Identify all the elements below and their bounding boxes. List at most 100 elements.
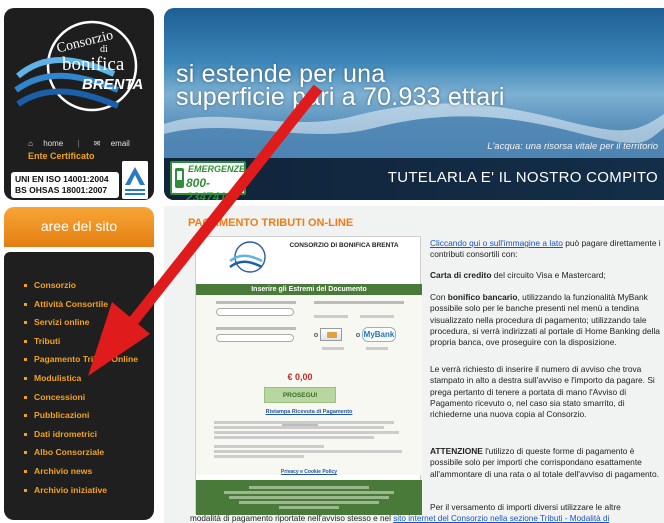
bullet-icon <box>24 302 27 306</box>
banner-slogan: TUTELARLA E' IL NOSTRO COMPITO <box>387 169 658 186</box>
email-icon: ✉ <box>93 139 101 148</box>
card-radio[interactable] <box>314 333 318 337</box>
field-label-line <box>216 327 296 330</box>
field-label-line <box>314 315 348 318</box>
sidebar-item-tributi[interactable]: Tributi <box>4 332 154 351</box>
payment-form-bar: Inserire gli Estremi del Documento <box>196 284 422 295</box>
credit-card-text: del circuito Visa e Mastercard; <box>491 270 606 280</box>
pay-online-link[interactable]: Cliccando qui o sull'immagine a lato <box>430 238 563 248</box>
page-title: PAGAMENTO TRIBUTI ON-LINE <box>188 217 354 229</box>
bottom-line-prefix: modalità di pagamento riportate nell'avv… <box>190 514 394 523</box>
sidebar-item-consorzio[interactable]: Consorzio <box>4 276 154 295</box>
sidebar-item-label: Pagamento Tributi Online <box>34 354 139 365</box>
sidebar-item-pubblicazioni[interactable]: Pubblicazioni <box>4 406 154 425</box>
banner-headline-line2: superficie pari a 70.933 ettari <box>176 83 505 111</box>
bullet-icon <box>24 414 27 418</box>
bullet-icon <box>24 451 27 455</box>
sidebar-item-label: Tributi <box>34 335 61 346</box>
payment-fine-print <box>214 421 404 458</box>
sidebar-item-concessioni[interactable]: Concessioni <box>4 388 154 407</box>
emergency-label: EMERGENZE <box>188 164 246 174</box>
credit-card-label: Carta di credito <box>430 270 492 280</box>
ente-certificato-label: Ente Certificato <box>28 151 95 161</box>
sito-internet-link[interactable]: sito internet del Consorzio nella sezion… <box>393 514 609 523</box>
top-links: ⌂ home | ✉ email <box>4 139 154 148</box>
banner-tagline: L'acqua: una risorsa vitale per il terri… <box>487 141 658 152</box>
bonifico-prefix: Con <box>430 292 448 302</box>
attenzione-label: ATTENZIONE <box>430 446 483 456</box>
payment-form-image[interactable]: CONSORZIO DI BONIFICA BRENTA Inserire gl… <box>195 236 422 515</box>
avviso-paragraph: Le verrà richiesto di inserire il numero… <box>430 364 655 420</box>
payment-amount: € 0,00 <box>287 372 313 382</box>
bullet-icon <box>24 376 27 380</box>
aree-del-sito-header: aree del sito <box>4 207 154 247</box>
importo-input[interactable] <box>216 334 294 342</box>
certification-badge-icon <box>122 161 148 199</box>
sidebar-item-dati-idrometrici[interactable]: Dati idrometrici <box>4 425 154 444</box>
sidebar-item-servizi-online[interactable]: Servizi online <box>4 313 154 332</box>
banner-headline: si estende per una superficie pari a 70.… <box>176 62 505 111</box>
sidebar-item-label: Modulistica <box>34 372 82 383</box>
bonifico-label: bonifico bancario <box>447 292 518 302</box>
sidebar-item-attivita-consortile[interactable]: Attività Consortile <box>4 295 154 314</box>
sidebar-item-albo-consorziale[interactable]: Albo Consorziale <box>4 443 154 462</box>
bullet-icon <box>24 284 27 287</box>
emergency-number-box[interactable]: EMERGENZE 800-234741 <box>170 161 246 200</box>
sidebar-item-label: Albo Consorziale <box>34 447 105 458</box>
ristampa-ricevuta-link[interactable]: Ristampa Ricevuta di Pagamento <box>196 409 422 415</box>
logo-text-bonifica: bonifica <box>62 54 125 75</box>
bullet-icon <box>24 469 27 473</box>
sidebar-item-label: Attività Consortile <box>34 298 109 309</box>
sidebar-item-label: Servizi online <box>34 317 90 328</box>
bullet-icon <box>24 358 27 362</box>
versamento-paragraph: Per il versamento di importi diversi uti… <box>430 502 621 512</box>
bullet-icon <box>24 339 27 343</box>
prosegui-button[interactable]: PROSEGUI <box>264 387 336 403</box>
mybank-logo: MyBank <box>362 327 396 342</box>
email-link[interactable]: ✉ email <box>90 139 134 148</box>
email-link-label: email <box>110 139 130 148</box>
bullet-icon <box>24 395 27 399</box>
payment-form-footer <box>196 480 422 515</box>
bonifico-paragraph: Con bonifico bancario, utilizzando la fu… <box>430 292 664 348</box>
intro-paragraph: Cliccando qui o sull'immagine a lato può… <box>430 238 664 261</box>
sidebar-item-label: Concessioni <box>34 391 86 402</box>
credit-card-icon <box>320 328 342 341</box>
credit-card-paragraph: Carta di credito del circuito Visa e Mas… <box>430 270 664 281</box>
sidebar-item-archivio-iniziative[interactable]: Archivio iniziative <box>4 481 154 500</box>
avviso-number-input[interactable] <box>216 308 294 316</box>
certification-ohsas: BS OHSAS 18001:2007 <box>15 185 108 195</box>
phone-icon <box>175 168 184 188</box>
field-label-line <box>322 347 344 350</box>
logo-text-brenta: BRENTA <box>82 76 144 93</box>
sidebar-item-modulistica[interactable]: Modulistica <box>4 369 154 388</box>
home-icon: ⌂ <box>28 139 33 148</box>
field-label-line <box>366 347 388 350</box>
field-label-line <box>216 301 296 304</box>
sidebar-item-archivio-news[interactable]: Archivio news <box>4 462 154 481</box>
consorzio-small-logo <box>229 241 266 273</box>
payment-form-org: CONSORZIO DI BONIFICA BRENTA <box>289 242 399 249</box>
sidebar-item-pagamento-tributi-online[interactable]: Pagamento Tributi Online <box>4 350 154 369</box>
certification-iso: UNI EN ISO 14001:2004 <box>15 174 109 184</box>
mybank-radio[interactable] <box>356 333 360 337</box>
certification-box: UNI EN ISO 14001:2004 BS OHSAS 18001:200… <box>11 172 119 198</box>
home-link[interactable]: ⌂ home <box>24 139 67 148</box>
sidebar-item-label: Consorzio <box>34 280 77 290</box>
sidebar-item-label: Archivio news <box>34 465 93 476</box>
sidebar-item-label: Pubblicazioni <box>34 410 90 421</box>
field-label-line <box>314 301 404 304</box>
logo-panel: Consorzio di bonifica BRENTA ⌂ home | ✉ … <box>4 8 154 200</box>
separator: | <box>77 139 80 148</box>
page: Consorzio di bonifica BRENTA ⌂ home | ✉ … <box>0 0 664 523</box>
bottom-line-text: modalità di pagamento riportate nell'avv… <box>190 514 664 523</box>
bullet-icon <box>24 432 27 436</box>
home-link-label: home <box>43 139 64 148</box>
bullet-icon <box>24 321 27 325</box>
field-label-line <box>360 315 394 318</box>
sidebar-item-label: Dati idrometrici <box>34 428 98 439</box>
privacy-link[interactable]: Privacy e Cookie Policy <box>196 469 422 475</box>
bullet-icon <box>24 488 27 492</box>
emergency-number: 800-234741 <box>186 176 227 200</box>
sidebar-menu: Consorzio Attività Consortile Servizi on… <box>4 252 154 520</box>
